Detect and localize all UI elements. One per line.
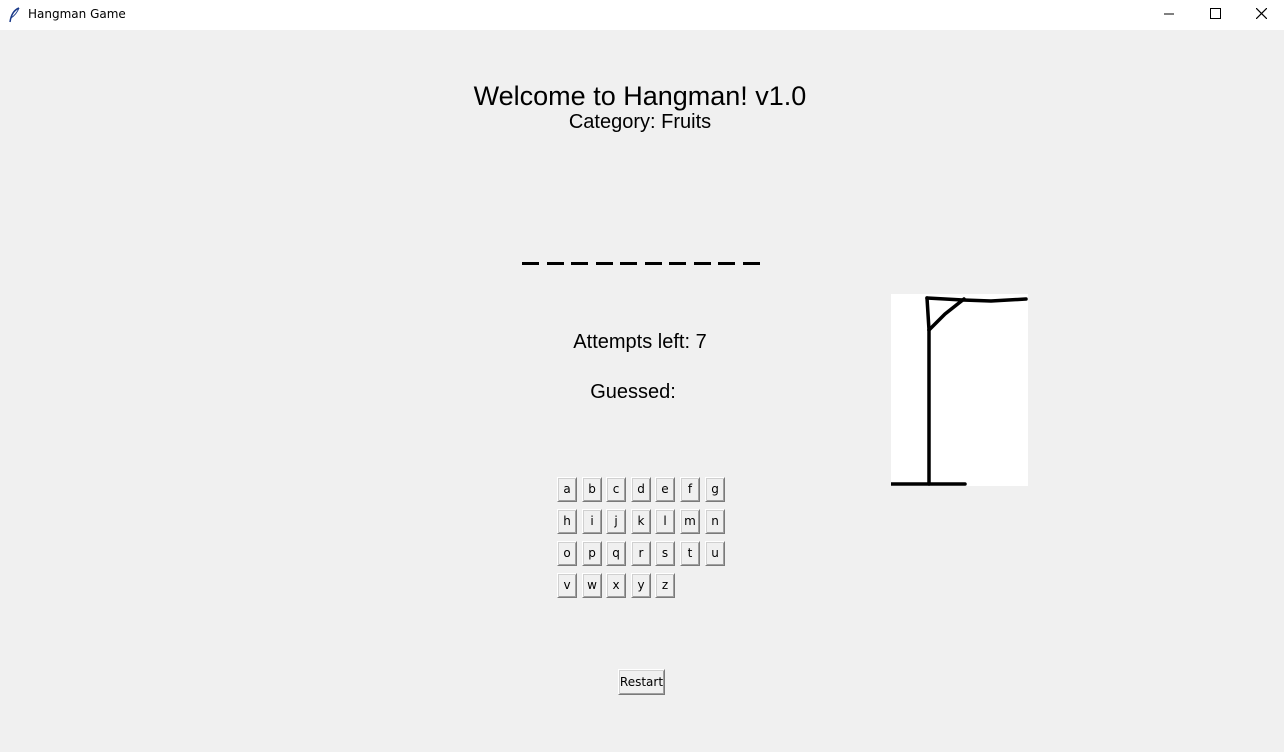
letter-button-z[interactable]: z <box>655 573 675 598</box>
letter-button-r[interactable]: r <box>631 541 651 566</box>
letter-button-c[interactable]: c <box>606 477 626 502</box>
letter-blank <box>620 262 637 265</box>
guessed-label: Guessed: <box>590 381 676 403</box>
guessed-letters: Guessed: <box>0 380 1272 404</box>
letter-button-e[interactable]: e <box>655 477 675 502</box>
letter-button-t[interactable]: t <box>680 541 700 566</box>
hangman-canvas <box>891 294 1028 486</box>
letter-blank <box>546 262 564 265</box>
letter-blank <box>571 262 588 265</box>
title-bar[interactable]: Hangman Game <box>0 0 1284 30</box>
maximize-button[interactable] <box>1192 0 1238 30</box>
letter-button-p[interactable]: p <box>582 541 602 566</box>
window-title: Hangman Game <box>28 7 126 21</box>
letter-button-v[interactable]: v <box>557 573 577 598</box>
letter-button-g[interactable]: g <box>705 477 725 502</box>
letter-button-q[interactable]: q <box>606 541 626 566</box>
gallows-drawing <box>891 296 1028 486</box>
hangman-window: Hangman Game Welcome to Hangman! v1.0 Ca… <box>0 0 1284 752</box>
restart-button[interactable]: Restart <box>618 669 665 695</box>
letter-blank <box>644 262 662 265</box>
feather-icon <box>8 7 22 23</box>
letter-button-o[interactable]: o <box>557 541 577 566</box>
letter-blank <box>693 262 711 265</box>
letter-button-m[interactable]: m <box>680 509 700 534</box>
letter-button-u[interactable]: u <box>705 541 725 566</box>
letter-button-f[interactable]: f <box>680 477 700 502</box>
letter-blank <box>522 262 539 265</box>
letter-button-w[interactable]: w <box>582 573 602 598</box>
letter-button-y[interactable]: y <box>631 573 651 598</box>
minimize-icon <box>1164 6 1174 24</box>
attempts-left-label: Attempts left: 7 <box>573 331 707 353</box>
category-label: Category: Fruits <box>568 111 712 133</box>
letter-blank <box>718 262 735 265</box>
letter-button-x[interactable]: x <box>606 573 626 598</box>
letter-button-a[interactable]: a <box>557 477 577 502</box>
letter-button-s[interactable]: s <box>655 541 675 566</box>
maximize-icon <box>1209 6 1221 24</box>
letter-button-h[interactable]: h <box>557 509 577 534</box>
letter-blank <box>742 262 760 265</box>
letter-button-d[interactable]: d <box>631 477 651 502</box>
letter-button-j[interactable]: j <box>606 509 626 534</box>
letter-button-k[interactable]: k <box>631 509 651 534</box>
minimize-button[interactable] <box>1146 0 1192 30</box>
letter-blank <box>669 262 686 265</box>
close-button[interactable] <box>1238 0 1284 30</box>
letter-button-i[interactable]: i <box>582 509 602 534</box>
close-icon <box>1255 6 1267 24</box>
letter-button-l[interactable]: l <box>655 509 675 534</box>
game-heading: Welcome to Hangman! v1.0 <box>473 81 807 111</box>
letter-blank <box>595 262 613 265</box>
letter-button-b[interactable]: b <box>582 477 602 502</box>
letter-button-n[interactable]: n <box>705 509 725 534</box>
